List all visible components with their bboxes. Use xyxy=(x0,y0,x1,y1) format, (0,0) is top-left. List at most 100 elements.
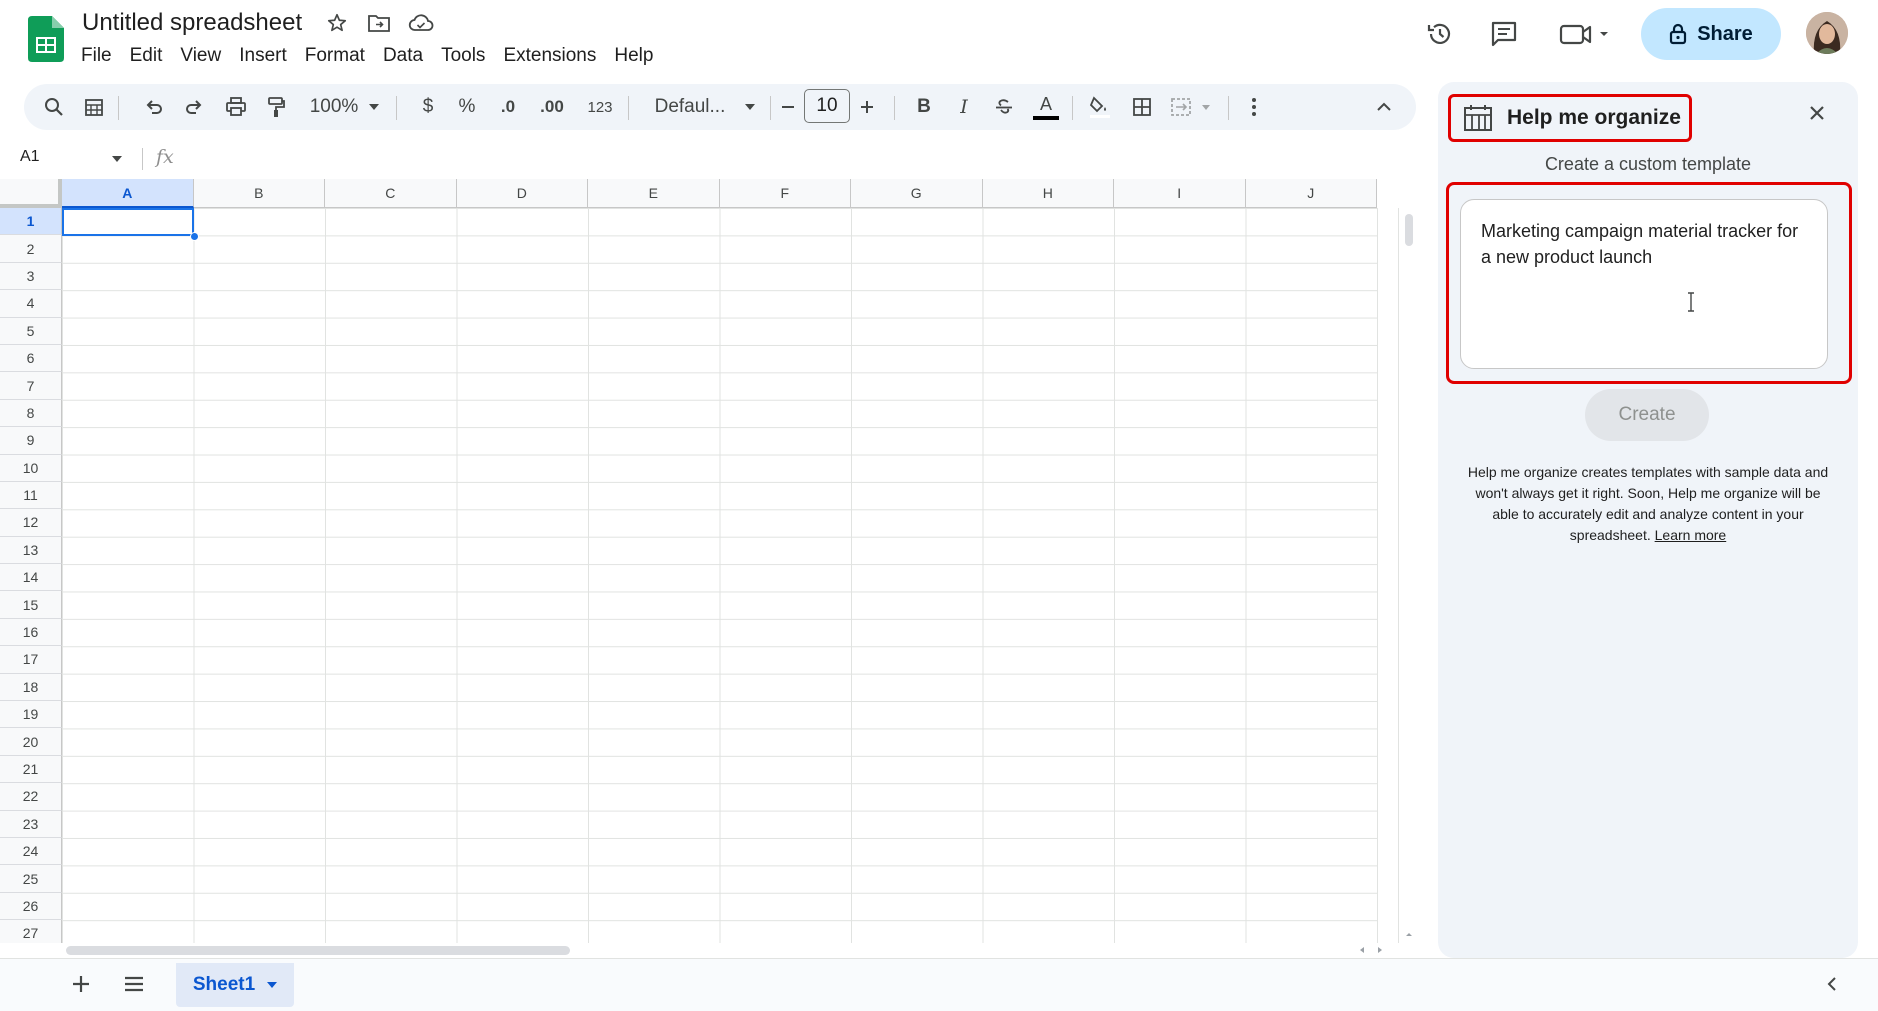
select-all-corner[interactable] xyxy=(0,179,62,208)
sheet-tab-sheet1[interactable]: Sheet1 xyxy=(176,963,294,1007)
font-caret-icon[interactable] xyxy=(740,84,760,130)
menu-help[interactable]: Help xyxy=(605,42,662,70)
column-header-e[interactable]: E xyxy=(588,179,720,208)
paint-format-icon[interactable] xyxy=(258,84,294,130)
version-history-icon[interactable] xyxy=(1420,14,1460,54)
create-button[interactable]: Create xyxy=(1585,389,1709,441)
column-header-h[interactable]: H xyxy=(982,179,1114,208)
row-header-9[interactable]: 9 xyxy=(0,427,62,455)
percent-format-button[interactable]: % xyxy=(452,84,482,130)
column-header-j[interactable]: J xyxy=(1245,179,1377,208)
row-header-5[interactable]: 5 xyxy=(0,317,62,345)
row-header-19[interactable]: 19 xyxy=(0,701,62,729)
name-box-caret-icon[interactable] xyxy=(112,156,122,162)
share-button[interactable]: Share xyxy=(1641,8,1781,60)
bold-button[interactable]: B xyxy=(906,84,942,130)
horizontal-scrollbar[interactable] xyxy=(0,943,1418,957)
increase-decimal-button[interactable]: .00 xyxy=(532,84,572,130)
zoom-value[interactable]: 100% xyxy=(306,84,362,130)
more-options-icon[interactable] xyxy=(1236,84,1272,130)
row-header-21[interactable]: 21 xyxy=(0,755,62,784)
row-header-26[interactable]: 26 xyxy=(0,892,62,921)
star-icon[interactable] xyxy=(324,10,350,36)
currency-format-button[interactable]: $ xyxy=(414,84,442,130)
meet-icon[interactable] xyxy=(1556,14,1616,54)
column-header-c[interactable]: C xyxy=(325,179,457,208)
row-header-11[interactable]: 11 xyxy=(0,481,62,510)
row-header-18[interactable]: 18 xyxy=(0,673,62,702)
add-sheet-icon[interactable] xyxy=(70,973,92,995)
column-header-b[interactable]: B xyxy=(193,179,325,208)
menu-extensions[interactable]: Extensions xyxy=(494,42,605,70)
template-prompt-input[interactable]: Marketing campaign material tracker for … xyxy=(1460,199,1828,369)
sheets-logo-icon[interactable] xyxy=(28,16,64,62)
column-header-a[interactable]: A xyxy=(62,179,194,208)
menu-data[interactable]: Data xyxy=(374,42,432,70)
column-header-g[interactable]: G xyxy=(851,179,983,208)
strikethrough-icon[interactable] xyxy=(986,84,1022,130)
merge-cells-icon[interactable] xyxy=(1164,84,1220,130)
row-header-15[interactable]: 15 xyxy=(0,591,62,619)
row-header-17[interactable]: 17 xyxy=(0,646,62,674)
scroll-arrows-icon[interactable] xyxy=(1404,930,1414,943)
menu-file[interactable]: File xyxy=(72,42,121,70)
learn-more-link[interactable]: Learn more xyxy=(1655,527,1727,543)
menu-format[interactable]: Format xyxy=(296,42,374,70)
fill-color-icon[interactable] xyxy=(1082,84,1118,130)
row-header-1[interactable]: 1 xyxy=(0,208,62,236)
row-header-24[interactable]: 24 xyxy=(0,837,62,866)
column-header-f[interactable]: F xyxy=(719,179,851,208)
formula-input[interactable] xyxy=(190,146,1390,172)
print-icon[interactable] xyxy=(218,84,254,130)
row-header-12[interactable]: 12 xyxy=(0,509,62,537)
row-header-6[interactable]: 6 xyxy=(0,344,62,373)
search-menus-icon[interactable] xyxy=(36,84,72,130)
row-header-20[interactable]: 20 xyxy=(0,728,62,756)
row-header-7[interactable]: 7 xyxy=(0,372,62,400)
cell-area[interactable] xyxy=(62,208,1378,943)
row-header-10[interactable]: 10 xyxy=(0,454,62,482)
account-avatar[interactable] xyxy=(1806,12,1848,54)
row-header-14[interactable]: 14 xyxy=(0,564,62,592)
decrease-decimal-button[interactable]: .0 xyxy=(490,84,526,130)
row-header-4[interactable]: 4 xyxy=(0,290,62,318)
close-icon[interactable] xyxy=(1808,104,1826,122)
row-header-13[interactable]: 13 xyxy=(0,536,62,565)
column-header-i[interactable]: I xyxy=(1114,179,1246,208)
comments-icon[interactable] xyxy=(1484,14,1524,54)
move-folder-icon[interactable] xyxy=(366,10,392,36)
row-header-25[interactable]: 25 xyxy=(0,865,62,893)
menu-insert[interactable]: Insert xyxy=(230,42,296,70)
row-header-23[interactable]: 23 xyxy=(0,810,62,838)
row-header-3[interactable]: 3 xyxy=(0,262,62,291)
collapse-side-panel-icon[interactable] xyxy=(1826,975,1838,993)
row-header-16[interactable]: 16 xyxy=(0,618,62,647)
sheet-tab-caret-icon[interactable] xyxy=(267,982,278,988)
font-family-select[interactable]: Defaul... xyxy=(640,84,740,130)
vertical-scroll-thumb[interactable] xyxy=(1405,214,1413,246)
italic-button[interactable]: I xyxy=(946,84,982,130)
text-color-button[interactable]: A xyxy=(1028,84,1064,130)
document-title[interactable]: Untitled spreadsheet xyxy=(82,9,302,37)
undo-icon[interactable] xyxy=(136,84,172,130)
menu-tools[interactable]: Tools xyxy=(432,42,494,70)
font-size-input[interactable]: 10 xyxy=(804,89,850,123)
cloud-saved-icon[interactable] xyxy=(408,10,434,36)
all-sheets-icon[interactable] xyxy=(122,973,146,995)
decrease-font-size-icon[interactable] xyxy=(776,84,800,130)
number-format-button[interactable]: 123 xyxy=(580,84,620,130)
row-header-22[interactable]: 22 xyxy=(0,783,62,811)
hscroll-arrows-icon[interactable] xyxy=(1354,945,1388,955)
row-header-27[interactable]: 27 xyxy=(0,920,62,943)
selected-cell-a1[interactable] xyxy=(62,208,194,236)
increase-font-size-icon[interactable] xyxy=(854,84,880,130)
row-header-8[interactable]: 8 xyxy=(0,399,62,428)
fill-handle[interactable] xyxy=(190,232,199,241)
menu-view[interactable]: View xyxy=(171,42,230,70)
horizontal-scroll-thumb[interactable] xyxy=(66,946,570,955)
vertical-scrollbar[interactable] xyxy=(1398,208,1418,943)
column-header-d[interactable]: D xyxy=(456,179,588,208)
redo-icon[interactable] xyxy=(176,84,212,130)
collapse-toolbar-icon[interactable] xyxy=(1364,84,1404,130)
borders-icon[interactable] xyxy=(1124,84,1160,130)
